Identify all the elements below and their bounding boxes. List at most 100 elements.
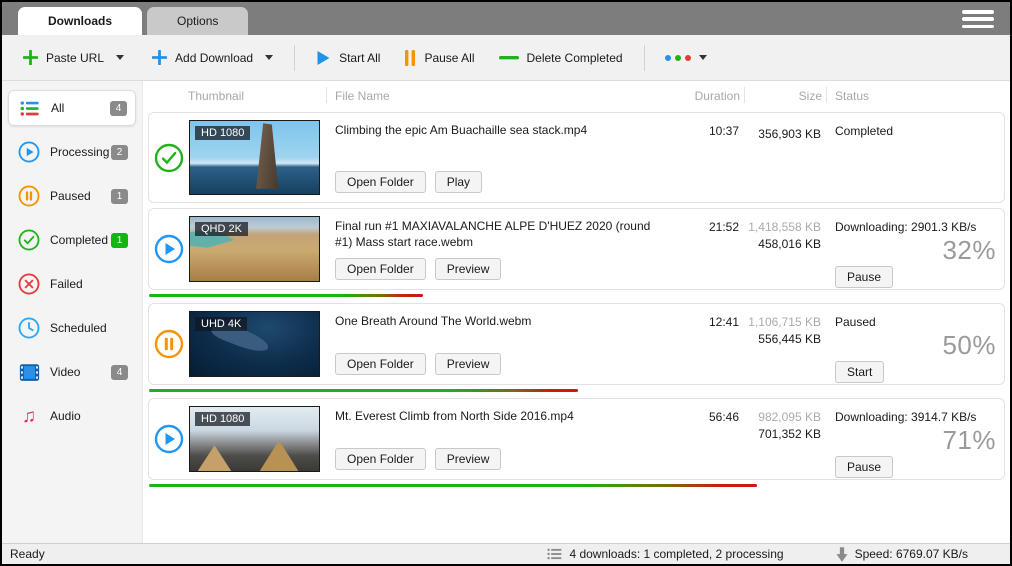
pause-circle-icon <box>17 184 41 208</box>
tab-downloads-label: Downloads <box>48 14 112 28</box>
delete-completed-button[interactable]: Delete Completed <box>490 45 632 71</box>
sidebar-item-paused[interactable]: Paused 1 <box>8 178 136 214</box>
open-folder-button[interactable]: Open Folder <box>335 353 426 375</box>
pause-button[interactable]: Pause <box>835 266 893 288</box>
size-downloaded: 556,445 KB <box>743 332 821 346</box>
file-cell: Mt. Everest Climb from North Side 2016.m… <box>327 399 661 479</box>
pause-all-label: Pause All <box>424 51 474 65</box>
download-rows: HD 1080 Climbing the epic Am Buachaille … <box>143 109 1010 543</box>
pause-button[interactable]: Pause <box>835 456 893 478</box>
app-window: Downloads Options Paste URL Add Download… <box>0 0 1012 566</box>
download-row: HD 1080 Mt. Everest Climb from North Sid… <box>148 398 1005 480</box>
thumbnail-cell: QHD 2K <box>189 209 327 289</box>
download-card-downloading[interactable]: QHD 2K Final run #1 MAXIAVALANCHE ALPE D… <box>148 208 1005 290</box>
size-value: 356,903 KB <box>743 127 821 141</box>
download-arrow-icon <box>836 547 848 562</box>
add-download-label: Add Download <box>175 51 253 65</box>
video-thumbnail: QHD 2K <box>189 216 320 282</box>
progress-bar <box>149 294 423 297</box>
green-dot-icon <box>675 55 681 61</box>
status-text: Downloading: 2901.3 KB/s <box>835 220 996 234</box>
column-header-file-name: File Name <box>326 87 662 103</box>
start-all-button[interactable]: Start All <box>307 44 389 72</box>
play-button[interactable]: Play <box>435 171 482 193</box>
open-folder-button[interactable]: Open Folder <box>335 448 426 470</box>
column-header-status: Status <box>826 87 1005 103</box>
toolbar-separator <box>644 45 645 71</box>
sidebar-item-label: Processing <box>50 145 111 159</box>
download-card-downloading[interactable]: HD 1080 Mt. Everest Climb from North Sid… <box>148 398 1005 480</box>
play-circle-icon <box>17 140 41 164</box>
status-cell: Completed <box>825 113 1004 202</box>
status-bar: Ready 4 downloads: 1 completed, 2 proces… <box>2 543 1010 564</box>
open-folder-button[interactable]: Open Folder <box>335 171 426 193</box>
file-cell: Climbing the epic Am Buachaille sea stac… <box>327 113 661 202</box>
sidebar-item-failed[interactable]: Failed <box>8 266 136 302</box>
list-icon <box>547 548 562 560</box>
progress-bar <box>149 484 757 487</box>
open-folder-button[interactable]: Open Folder <box>335 258 426 280</box>
progress-percent: 32% <box>835 235 996 266</box>
downloads-summary-text: 4 downloads: 1 completed, 2 processing <box>569 547 783 561</box>
sidebar-item-processing[interactable]: Processing 2 <box>8 134 136 170</box>
download-row: UHD 4K One Breath Around The World.webm … <box>148 303 1005 385</box>
tab-downloads[interactable]: Downloads <box>18 7 142 35</box>
quality-badge: UHD 4K <box>195 317 247 331</box>
add-download-button[interactable]: Add Download <box>143 44 282 71</box>
statusbar-summary: 4 downloads: 1 completed, 2 processing <box>547 547 783 561</box>
video-thumbnail: HD 1080 <box>189 120 320 195</box>
toolbar: Paste URL Add Download Start All Pause A… <box>2 35 1010 81</box>
sidebar-item-scheduled[interactable]: Scheduled <box>8 310 136 346</box>
progress-bar <box>149 389 578 392</box>
video-thumbnail: HD 1080 <box>189 406 320 472</box>
status-text: Downloading: 3914.7 KB/s <box>835 410 996 424</box>
column-header-state <box>148 94 188 96</box>
tab-bar: Downloads Options <box>2 2 1010 35</box>
blue-dot-icon <box>665 55 671 61</box>
more-actions-button[interactable] <box>657 49 715 67</box>
sidebar-item-label: All <box>51 101 110 115</box>
tab-options[interactable]: Options <box>147 7 248 35</box>
download-card-completed[interactable]: HD 1080 Climbing the epic Am Buachaille … <box>148 112 1005 203</box>
file-name: Mt. Everest Climb from North Side 2016.m… <box>335 408 655 424</box>
sidebar-item-label: Completed <box>50 233 111 247</box>
sidebar-item-all[interactable]: All 4 <box>8 90 136 126</box>
preview-button[interactable]: Preview <box>435 258 502 280</box>
download-row: QHD 2K Final run #1 MAXIAVALANCHE ALPE D… <box>148 208 1005 290</box>
check-circle-icon <box>17 228 41 252</box>
chevron-down-icon[interactable] <box>265 55 273 60</box>
size-downloaded: 458,016 KB <box>743 237 821 251</box>
size-cell: 1,418,558 KB 458,016 KB <box>743 209 825 289</box>
paste-url-button[interactable]: Paste URL <box>14 44 133 71</box>
file-name: One Breath Around The World.webm <box>335 313 655 329</box>
sidebar-item-audio[interactable]: ♫ Audio <box>8 398 136 434</box>
column-header-size: Size <box>744 87 826 103</box>
status-cell: Downloading: 2901.3 KB/s 32% Pause <box>825 209 1004 289</box>
music-note-icon: ♫ <box>17 404 41 428</box>
chevron-down-icon[interactable] <box>116 55 124 60</box>
count-badge: 1 <box>111 189 128 204</box>
tab-options-label: Options <box>177 14 218 28</box>
sidebar: All 4 Processing 2 Paused 1 <box>2 81 142 543</box>
sidebar-item-video[interactable]: Video 4 <box>8 354 136 390</box>
pause-all-button[interactable]: Pause All <box>395 44 483 72</box>
download-card-paused[interactable]: UHD 4K One Breath Around The World.webm … <box>148 303 1005 385</box>
chevron-down-icon <box>699 55 707 60</box>
quality-badge: HD 1080 <box>195 126 250 140</box>
state-check-circle-icon <box>149 113 189 202</box>
menu-hamburger-icon[interactable] <box>962 10 994 28</box>
sidebar-item-label: Audio <box>50 409 128 423</box>
status-cell: Downloading: 3914.7 KB/s 71% Pause <box>825 399 1004 479</box>
progress-percent: 71% <box>835 425 996 456</box>
statusbar-ready-text: Ready <box>10 547 45 561</box>
sidebar-item-completed[interactable]: Completed 1 <box>8 222 136 258</box>
start-button[interactable]: Start <box>835 361 884 383</box>
preview-button[interactable]: Preview <box>435 448 502 470</box>
file-cell: One Breath Around The World.webm Open Fo… <box>327 304 661 384</box>
sidebar-item-label: Video <box>50 365 111 379</box>
preview-button[interactable]: Preview <box>435 353 502 375</box>
status-text: Completed <box>835 124 996 138</box>
column-header-duration: Duration <box>662 87 744 103</box>
sidebar-item-label: Scheduled <box>50 321 128 335</box>
duration-cell: 56:46 <box>661 399 743 479</box>
